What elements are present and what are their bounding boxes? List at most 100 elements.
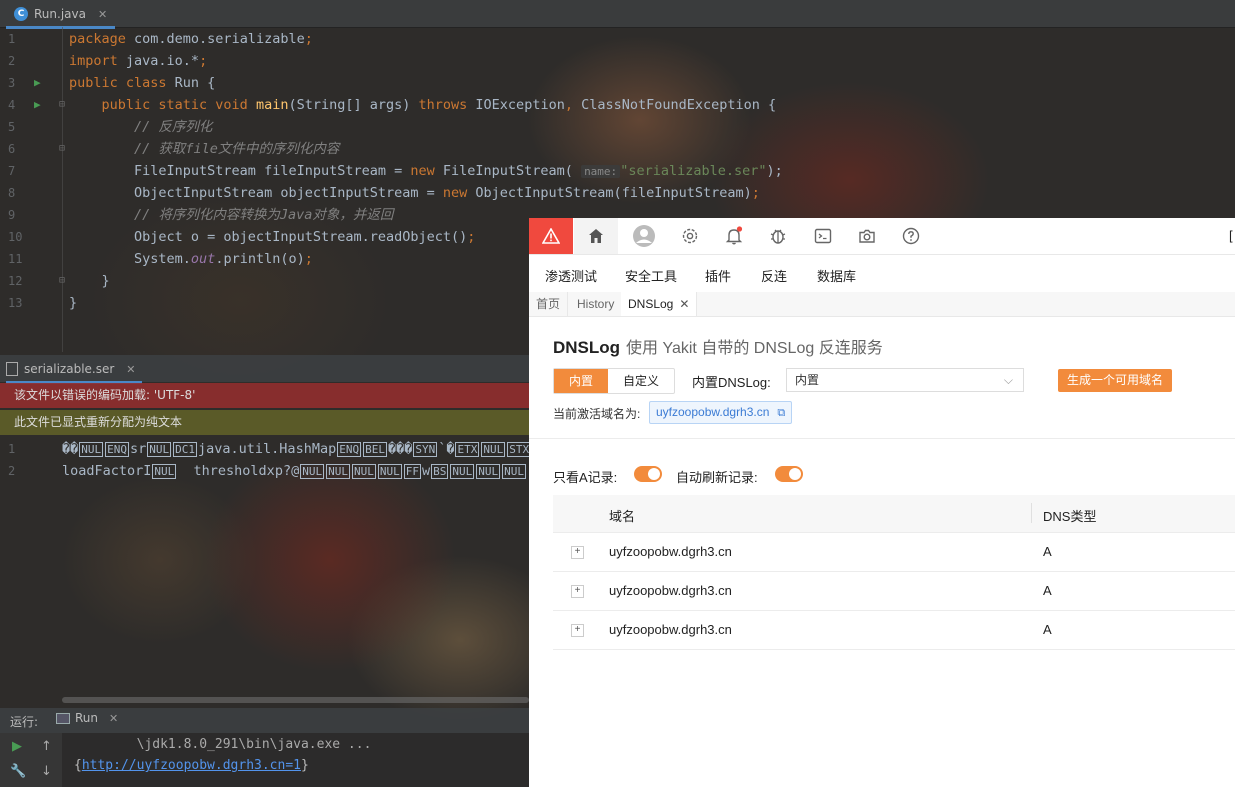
binary-viewer[interactable]: 1 �� NUL ENQ sr NUL DC1 java.util.HashMap ENQ BEL…: [0, 438, 566, 698]
run-console[interactable]: \jdk1.8.0_291\bin\java.exe ... {http://u…: [62, 733, 529, 787]
token: );: [766, 163, 791, 179]
column-dns-type[interactable]: DNS类型: [1043, 506, 1096, 525]
builtin-dnslog-select[interactable]: 内置 ⌵: [786, 368, 1024, 392]
expand-icon[interactable]: +: [571, 546, 584, 559]
horizontal-scrollbar[interactable]: [62, 697, 529, 703]
fold-icon[interactable]: ⊟: [59, 138, 65, 160]
token: ClassNotFoundException {: [581, 97, 777, 113]
token: Object o = objectInputStream.readObject(…: [69, 229, 468, 245]
encoding-warning-banner: 该文件以错误的编码加载: 'UTF-8': [0, 383, 529, 408]
gear-icon[interactable]: [680, 226, 700, 246]
token: ��: [62, 441, 79, 457]
tab-serializable-ser[interactable]: serializable.ser ✕: [6, 357, 142, 384]
page-subtitle: 使用 Yakit 自带的 DNSLog 反连服务: [626, 340, 883, 357]
expand-icon[interactable]: +: [571, 585, 584, 598]
token: SYN: [413, 442, 438, 457]
line-text: // 反序列化: [69, 116, 212, 138]
code-line: 6 ⊟ // 获取file文件中的序列化内容: [0, 138, 1235, 160]
token: out: [190, 251, 216, 267]
run-label: 运行:: [10, 715, 39, 729]
output-link[interactable]: http://uyfzoopobw.dgrh3.cn=1: [82, 758, 301, 773]
token: NUL: [476, 464, 501, 479]
output-suffix: }: [300, 758, 309, 773]
token: BEL: [363, 442, 387, 457]
home-button[interactable]: [574, 218, 618, 254]
run-gutter-icon[interactable]: ▶: [34, 72, 41, 94]
close-icon[interactable]: ✕: [679, 297, 689, 311]
arrow-down-icon[interactable]: ↓: [41, 764, 52, 779]
code-line: 2 import java.io.*;: [0, 50, 1235, 72]
token: java.io.*: [125, 53, 200, 69]
token: FileInputStream fileInputStream =: [69, 163, 411, 179]
fold-icon[interactable]: ⊟: [59, 270, 65, 292]
only-a-toggle[interactable]: [634, 466, 662, 482]
alert-button[interactable]: [529, 218, 573, 254]
token: DC1: [173, 442, 198, 457]
line-text: }: [69, 270, 110, 292]
tab-history[interactable]: History: [570, 292, 623, 316]
tab-run[interactable]: Run ✕: [56, 711, 118, 725]
help-icon[interactable]: [901, 226, 921, 246]
token: (String[] args): [288, 97, 419, 113]
bell-icon[interactable]: [724, 226, 744, 246]
token: public static void: [101, 97, 256, 113]
token: ���: [387, 441, 413, 457]
console-command-line: \jdk1.8.0_291\bin\java.exe ...: [74, 737, 372, 752]
token: }: [69, 295, 78, 311]
tab-home[interactable]: 首页: [529, 292, 569, 316]
token: NUL: [300, 464, 325, 479]
close-icon[interactable]: ✕: [109, 712, 118, 725]
avatar[interactable]: [632, 224, 656, 248]
table-header: 域名 DNS类型: [553, 495, 1235, 533]
table-row[interactable]: + uyfzoopobw.dgrh3.cn A: [553, 572, 1235, 611]
camera-icon[interactable]: [857, 226, 877, 246]
mode-custom-button[interactable]: 自定义: [608, 369, 674, 393]
tab-label: Run.java: [34, 7, 86, 21]
output-prefix: {: [74, 758, 82, 773]
token: new: [442, 185, 476, 201]
mode-builtin-button[interactable]: 内置: [554, 369, 609, 393]
line-text: loadFactorI NUL thresholdxp?@ NUL NUL NUL NUL…: [62, 460, 527, 483]
home-icon: [589, 229, 603, 243]
token: ;: [467, 229, 476, 245]
copy-icon[interactable]: ⧉: [777, 407, 785, 419]
menu-item-security-tools[interactable]: 安全工具: [625, 266, 677, 285]
generate-domain-button[interactable]: 生成一个可用域名: [1058, 369, 1172, 392]
bug-icon[interactable]: [768, 226, 788, 246]
token: ObjectInputStream objectInputStream =: [69, 185, 443, 201]
plain-text-banner: 此文件已显式重新分配为纯文本: [0, 410, 529, 435]
token: }: [69, 273, 110, 289]
window-control-glyph[interactable]: [: [1229, 228, 1233, 243]
close-icon[interactable]: ✕: [126, 363, 135, 376]
token: throws: [418, 97, 476, 113]
token: .println(o): [215, 251, 305, 267]
fold-icon[interactable]: ⊟: [59, 94, 65, 116]
run-gutter-icon[interactable]: ▶: [34, 94, 41, 116]
menu-item-pentest[interactable]: 渗透测试: [545, 266, 597, 285]
table-row[interactable]: + uyfzoopobw.dgrh3.cn A: [553, 533, 1235, 572]
code-line: 3 ▶ public class Run {: [0, 72, 1235, 94]
terminal-icon[interactable]: [813, 226, 833, 246]
run-panel-header: 运行: Run ✕: [0, 708, 529, 733]
menu-item-reverse[interactable]: 反连: [761, 266, 787, 285]
title-text: DNSLog: [553, 338, 621, 357]
arrow-up-icon[interactable]: ↑: [41, 739, 52, 754]
tab-dnslog[interactable]: DNSLog ✕: [621, 292, 698, 316]
row-dns-type: A: [1043, 544, 1052, 559]
token: NUL: [450, 464, 475, 479]
token: `�: [438, 441, 455, 457]
current-domain-tag[interactable]: uyfzoopobw.dgrh3.cn ⧉: [649, 401, 793, 424]
line-number: 2: [8, 54, 16, 68]
expand-icon[interactable]: +: [571, 624, 584, 637]
wrench-icon[interactable]: 🔧: [10, 764, 26, 779]
menu-item-database[interactable]: 数据库: [817, 266, 856, 285]
line-text: import java.io.*;: [69, 50, 207, 72]
table-row[interactable]: + uyfzoopobw.dgrh3.cn A: [553, 611, 1235, 650]
builtin-dnslog-label: 内置DNSLog:: [692, 375, 771, 390]
column-domain[interactable]: 域名: [609, 506, 635, 525]
close-icon[interactable]: ✕: [98, 8, 107, 21]
tab-run-java[interactable]: C Run.java ✕: [6, 2, 116, 29]
rerun-icon[interactable]: ▶: [12, 739, 22, 754]
menu-item-plugins[interactable]: 插件: [705, 266, 731, 285]
auto-refresh-toggle[interactable]: [775, 466, 803, 482]
